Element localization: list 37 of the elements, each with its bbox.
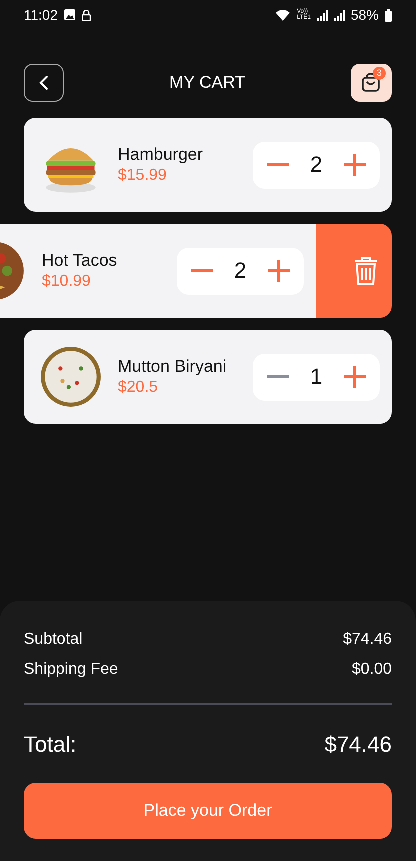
item-quantity: 2 (310, 152, 323, 178)
page-title: MY CART (170, 73, 246, 93)
item-name: Mutton Biryani (118, 357, 228, 377)
item-price: $15.99 (118, 167, 168, 185)
back-button[interactable] (24, 64, 64, 102)
item-price: $10.99 (42, 273, 92, 291)
item-quantity: 2 (234, 258, 247, 284)
signal-icon (334, 10, 345, 20)
summary-label: Shipping Fee (24, 661, 118, 679)
wifi-icon (275, 9, 292, 21)
battery-percent: 58% (350, 7, 379, 23)
item-name: Hot Tacos (42, 251, 118, 271)
back-icon (37, 75, 51, 91)
minus-icon (191, 269, 213, 273)
trash-icon (354, 257, 378, 285)
total-label: Total: (24, 732, 77, 758)
summary-value: $0.00 (352, 661, 392, 679)
cart-count-badge: 3 (372, 67, 386, 80)
total-value: $74.46 (324, 732, 392, 758)
status-time: 11:02 (24, 7, 58, 23)
item-name: Hamburger (118, 145, 204, 165)
delete-button[interactable] (316, 224, 392, 318)
place-order-button[interactable]: Place your Order (24, 783, 392, 839)
plus-icon (344, 154, 366, 176)
plus-icon (268, 260, 290, 282)
plus-icon (344, 366, 366, 388)
lock-icon (82, 10, 91, 20)
summary-label: Subtotal (24, 631, 83, 649)
signal-icon (316, 10, 328, 20)
item-price: $20.5 (118, 379, 160, 397)
cart-button[interactable]: 3 (350, 64, 392, 102)
summary-value: $74.46 (343, 631, 392, 649)
image-icon (64, 9, 76, 21)
minus-icon (267, 163, 289, 167)
battery-icon (385, 8, 392, 22)
minus-icon (267, 375, 289, 379)
item-quantity: 1 (310, 364, 323, 390)
